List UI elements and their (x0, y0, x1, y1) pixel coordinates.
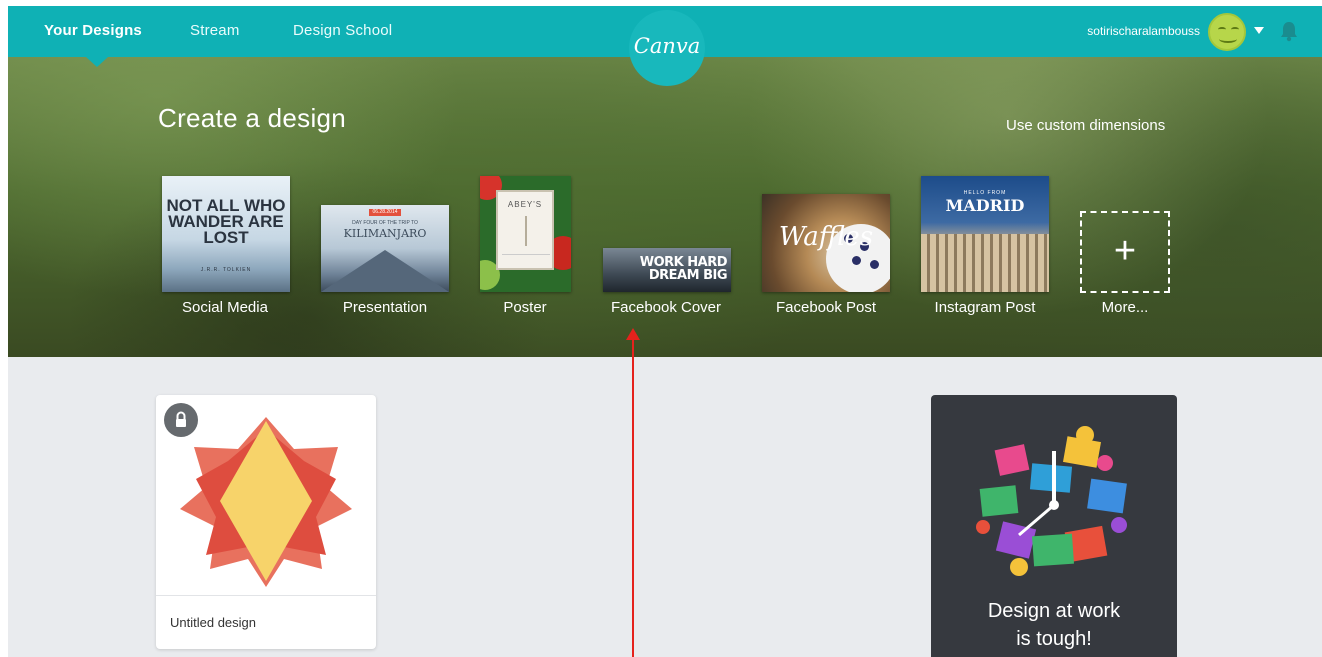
create-design-hero: Create a design Use custom dimensions NO… (8, 57, 1322, 357)
username[interactable]: sotirischaralambouss (1087, 24, 1200, 38)
design-thumbnail (180, 417, 352, 587)
promo-text: Design at work is tough! (931, 597, 1177, 653)
thumb-text: WORK HARD DREAM BIG (640, 256, 728, 283)
avatar-mouth (1219, 35, 1237, 43)
thumb-text: NOT ALL WHO WANDER ARE LOST (166, 196, 286, 247)
active-nav-indicator (86, 57, 108, 67)
thumb-text: Waffles (778, 222, 874, 252)
template-poster-thumb[interactable]: ABEY'S (480, 176, 571, 292)
thumb-berry (870, 260, 879, 269)
avatar-eye (1231, 27, 1239, 32)
thumb-date-tag: 06.28.2014 (369, 209, 401, 216)
account-dropdown-icon[interactable] (1254, 27, 1264, 34)
thumb-divider (525, 216, 527, 246)
template-facebook-post-thumb[interactable]: Waffles (762, 194, 890, 292)
promo-illustration (976, 426, 1127, 576)
nav-stream[interactable]: Stream (190, 22, 240, 39)
thumb-berry (852, 256, 861, 265)
thumb-poster-card: ABEY'S (496, 190, 554, 270)
nav-your-designs[interactable]: Your Designs (44, 22, 142, 39)
promo-line-1: Design at work (987, 600, 1121, 622)
nav-design-school[interactable]: Design School (293, 22, 392, 39)
promo-card[interactable]: Design at work is tough! (931, 395, 1177, 657)
template-presentation-thumb[interactable]: 06.28.2014 DAY FOUR OF THE TRIP TO KILIM… (321, 205, 449, 292)
thumb-mountain-shape (321, 250, 449, 292)
lock-glyph (176, 411, 186, 427)
template-social-media-thumb[interactable]: NOT ALL WHO WANDER ARE LOST J.R.R. TOLKI… (162, 176, 290, 292)
lock-icon (164, 403, 198, 437)
design-card[interactable]: Untitled design (156, 395, 376, 649)
design-title[interactable]: Untitled design (170, 615, 256, 630)
logo-text: Canva (633, 34, 701, 58)
thumb-smalltext: DAY FOUR OF THE TRIP TO (352, 220, 418, 226)
thumb-building-shape (921, 234, 1049, 292)
promo-line-2: is tough! (1016, 628, 1092, 650)
thumb-line-2: DREAM BIG (648, 268, 728, 283)
template-facebook-post-label[interactable]: Facebook Post (741, 299, 911, 316)
annotation-arrow-line (632, 336, 634, 657)
more-templates-button[interactable]: + (1080, 211, 1170, 293)
card-divider (156, 595, 376, 596)
thumb-text: ABEY'S (507, 200, 543, 209)
app-frame: Your Designs Stream Design School sotiri… (8, 6, 1322, 657)
thumb-subtext: J.R.R. TOLKIEN (200, 267, 252, 273)
avatar-eye (1218, 27, 1226, 32)
thumb-footer (502, 254, 550, 264)
template-social-media-label[interactable]: Social Media (140, 299, 310, 316)
template-facebook-cover-label[interactable]: Facebook Cover (581, 299, 751, 316)
more-templates-label[interactable]: More... (1040, 299, 1210, 316)
template-instagram-post-thumb[interactable]: HELLO FROM MADRID (921, 176, 1049, 292)
bell-icon[interactable] (1278, 20, 1300, 42)
template-facebook-cover-thumb[interactable]: WORK HARD DREAM BIG (603, 248, 731, 292)
canva-logo[interactable]: Canva (629, 10, 705, 86)
avatar[interactable] (1208, 13, 1246, 51)
hero-title: Create a design (158, 103, 347, 133)
thumb-text: MADRID (945, 196, 1025, 215)
custom-dimensions-link[interactable]: Use custom dimensions (1006, 117, 1165, 134)
thumb-text: KILIMANJARO (343, 227, 427, 240)
